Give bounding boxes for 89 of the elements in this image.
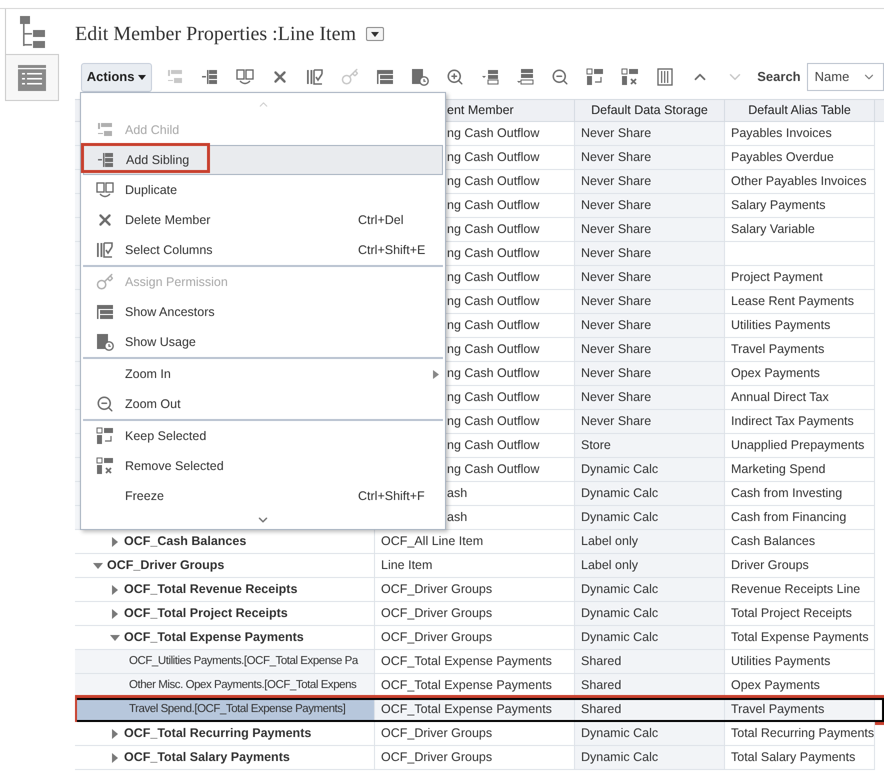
table-cell: OCF_Driver Groups <box>375 626 575 650</box>
table-cell: Line Item <box>375 554 575 578</box>
table-cell: Dynamic Calc <box>575 506 725 530</box>
table-cell: Total Project Receipts <box>725 602 875 626</box>
search-by-select[interactable]: Name <box>806 63 884 91</box>
menu-item-label: Assign Permission <box>125 274 228 291</box>
table-cell: Salary Variable <box>725 218 875 242</box>
member-name: OCF_Utilities Payments.[OCF_Total Expense Pa <box>129 654 358 669</box>
menu-item-label: Show Usage <box>125 334 196 351</box>
menu-item-label: Show Ancestors <box>125 304 215 321</box>
table-cell: Never Share <box>575 410 725 434</box>
member-name: OCF_Cash Balances <box>124 533 246 550</box>
table-cell: Marketing Spend <box>725 458 875 482</box>
table-cell: Never Share <box>575 122 725 146</box>
menu-item-label: Select Columns <box>125 242 213 259</box>
table-cell: Travel Payments <box>725 338 875 362</box>
table-cell: Cash Balances <box>725 530 875 554</box>
table-cell: Dynamic Calc <box>575 578 725 602</box>
menu-item-label: Zoom Out <box>125 396 181 413</box>
table-cell: Dynamic Calc <box>575 458 725 482</box>
table-cell: OCF_Driver Groups <box>375 722 575 746</box>
menu-item[interactable]: Add Sibling <box>83 145 443 175</box>
member-name: OCF_Driver Groups <box>107 557 224 574</box>
table-cell: Never Share <box>575 314 725 338</box>
table-cell: Other Payables Invoices <box>725 170 875 194</box>
menu-item-label: Duplicate <box>125 182 178 199</box>
table-cell: Label only <box>575 554 725 578</box>
table-cell: Never Share <box>575 170 725 194</box>
table-cell: OCF_All Line Item <box>375 530 575 554</box>
table-cell: Cash from Financing <box>725 506 875 530</box>
table-cell: OCF_Total Expense Payments <box>375 650 575 674</box>
table-cell: Never Share <box>575 242 725 266</box>
table-cell: Lease Rent Payments <box>725 290 875 314</box>
table-cell: Never Share <box>575 338 725 362</box>
table-cell: Cash from Investing <box>725 482 875 506</box>
menu-item-label: Remove Selected <box>125 458 224 475</box>
search-label: Search <box>757 68 801 86</box>
member-name: OCF_Total Expense Payments <box>124 629 304 646</box>
table-cell: Total Recurring Payments <box>725 722 875 746</box>
table-cell: Opex Payments <box>725 362 875 386</box>
table-cell: Driver Groups <box>725 554 875 578</box>
table-cell: Label only <box>575 530 725 554</box>
menu-item-label: Add Sibling <box>126 152 190 169</box>
table-cell: OCF_Total Expense Payments <box>375 698 575 722</box>
table-cell: OCF_Driver Groups <box>375 602 575 626</box>
member-name: OCF_Total Revenue Receipts <box>124 581 298 598</box>
member-name: Other Misc. Opex Payments.[OCF_Total Expens <box>129 678 356 693</box>
table-cell: Dynamic Calc <box>575 746 725 770</box>
table-cell: Dynamic Calc <box>575 722 725 746</box>
table-cell: Shared <box>575 650 725 674</box>
table-cell: Store <box>575 434 725 458</box>
table-cell: Dynamic Calc <box>575 626 725 650</box>
table-cell: Never Share <box>575 266 725 290</box>
member-name: OCF_Total Recurring Payments <box>124 725 312 742</box>
menu-item-label: Keep Selected <box>125 428 206 445</box>
table-cell: Payables Invoices <box>725 122 875 146</box>
actions-button[interactable]: Actions <box>81 62 152 92</box>
table-cell: Never Share <box>575 146 725 170</box>
table-cell: Never Share <box>575 386 725 410</box>
table-cell: Total Salary Payments <box>725 746 875 770</box>
table-cell: Dynamic Calc <box>575 482 725 506</box>
table-cell: Never Share <box>575 290 725 314</box>
table-cell: Utilities Payments <box>725 650 875 674</box>
menu-item-label: Add Child <box>125 122 180 139</box>
table-cell: Salary Payments <box>725 194 875 218</box>
table-cell: Never Share <box>575 362 725 386</box>
menu-item-label: Delete Member <box>125 212 210 229</box>
table-cell: Travel Payments <box>725 698 875 722</box>
table-cell: Unapplied Prepayments <box>725 434 875 458</box>
table-cell: Total Expense Payments <box>725 626 875 650</box>
table-cell: Indirect Tax Payments <box>725 410 875 434</box>
page-title: Edit Member Properties :Line Item <box>75 22 356 47</box>
table-cell: Never Share <box>575 218 725 242</box>
member-name: Travel Spend.[OCF_Total Expense Payments] <box>129 702 346 717</box>
table-cell: Revenue Receipts Line <box>725 578 875 602</box>
member-name: OCF_Total Salary Payments <box>124 749 290 766</box>
table-cell: OCF_Driver Groups <box>375 746 575 770</box>
table-cell: Utilities Payments <box>725 314 875 338</box>
menu-item-label: Freeze <box>125 488 164 505</box>
table-cell: Dynamic Calc <box>575 602 725 626</box>
table-cell: Annual Direct Tax <box>725 386 875 410</box>
table-cell: Project Payment <box>725 266 875 290</box>
table-cell: Never Share <box>575 194 725 218</box>
member-name: OCF_Total Project Receipts <box>124 605 288 622</box>
table-cell: Shared <box>575 698 725 722</box>
menu-item-label: Zoom In <box>125 366 171 383</box>
table-cell: Payables Overdue <box>725 146 875 170</box>
column-header[interactable]: Default Data Storage <box>575 100 725 121</box>
table-cell: OCF_Driver Groups <box>375 578 575 602</box>
